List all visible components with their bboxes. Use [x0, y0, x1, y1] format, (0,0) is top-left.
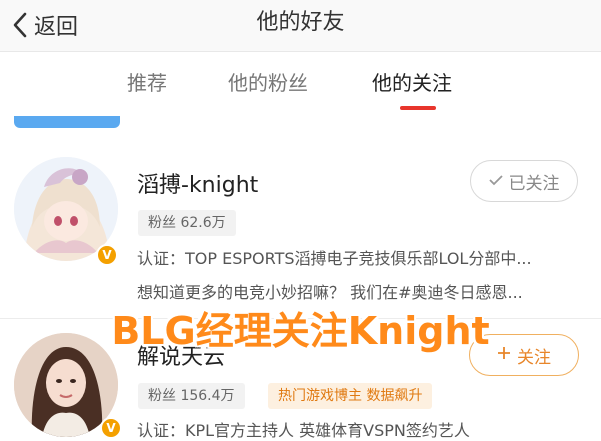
followed-button[interactable]: 已关注 — [470, 160, 578, 202]
follow-status-label: 已关注 — [508, 173, 560, 194]
tab-his-following[interactable]: 他的关注 — [372, 68, 452, 98]
verification-text: 认证：TOP ESPORTS滔搏电子竞技俱乐部LOL分部中... — [137, 249, 532, 268]
fans-count: 粉丝 156.4万 — [138, 383, 245, 409]
overlay-caption: BLG经理关注Knight — [111, 309, 490, 353]
top-bar: 返回 他的好友 — [0, 0, 601, 52]
verification-text: 认证：KPL官方主持人 英雄体育VSPN签约艺人 — [137, 421, 470, 440]
tab-recommend[interactable]: 推荐 — [127, 68, 167, 98]
verified-badge-icon: V — [100, 417, 122, 439]
banner-strip — [14, 116, 120, 128]
active-tab-indicator — [400, 106, 436, 110]
check-icon — [488, 171, 503, 191]
tab-bar: 推荐 他的粉丝 他的关注 — [0, 52, 601, 114]
hot-blogger-tag: 热门游戏博主 数据飙升 — [268, 383, 433, 409]
verified-badge-icon: V — [96, 244, 118, 266]
fans-count: 粉丝 62.6万 — [138, 210, 236, 236]
tab-his-fans[interactable]: 他的粉丝 — [228, 68, 308, 98]
user-name[interactable]: 滔搏-knight — [137, 171, 258, 201]
page-title: 他的好友 — [256, 10, 345, 35]
